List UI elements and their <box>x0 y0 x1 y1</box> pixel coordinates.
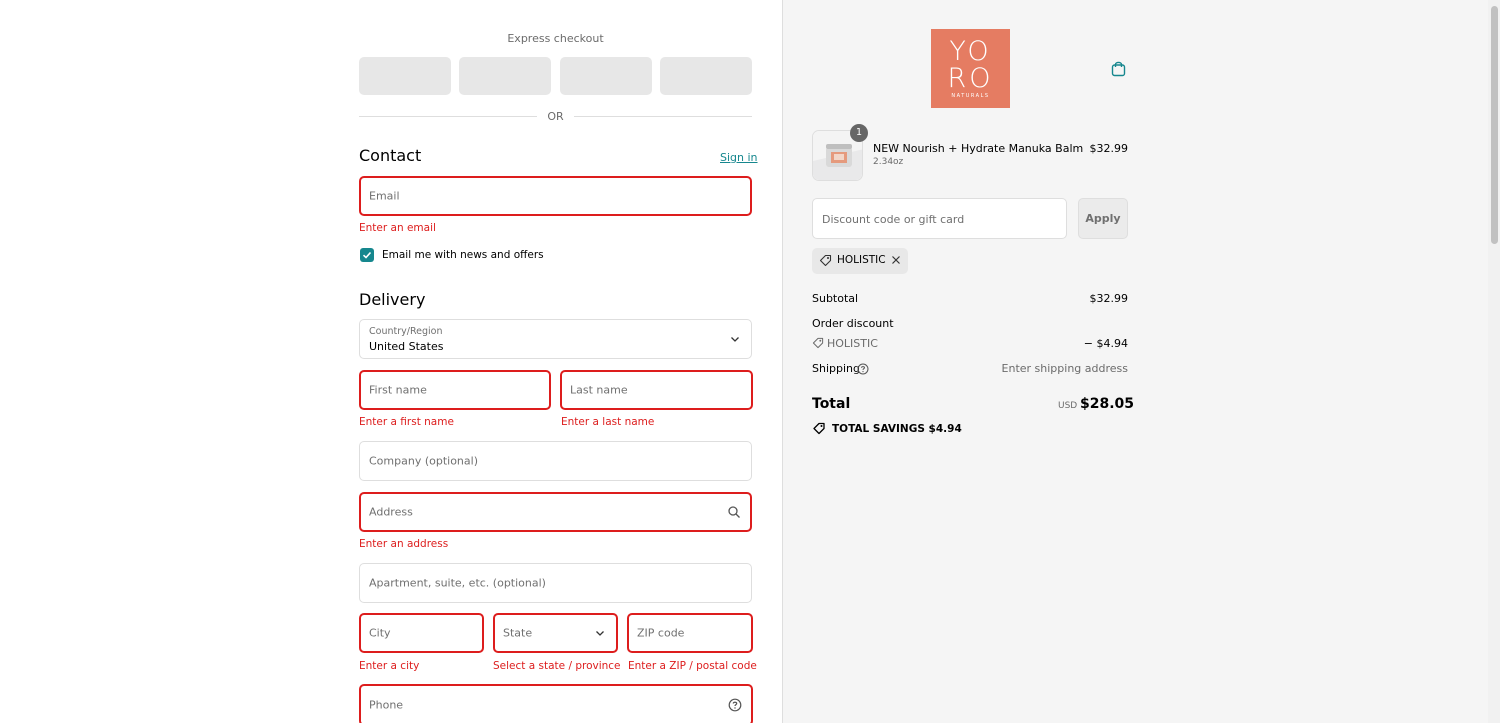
remove-discount-icon[interactable] <box>890 254 902 266</box>
city-error: Enter a city <box>359 660 420 672</box>
savings-tag-icon <box>813 422 825 435</box>
chevron-down-icon <box>731 337 739 342</box>
company-field[interactable]: Company (optional) <box>359 441 752 481</box>
total-value: $28.05 <box>1080 396 1135 412</box>
apartment-field[interactable]: Apartment, suite, etc. (optional) <box>359 563 752 603</box>
state-select[interactable]: State <box>493 613 618 653</box>
search-icon <box>728 506 740 518</box>
express-checkout-title: Express checkout <box>507 32 604 45</box>
or-divider-label: OR <box>547 110 564 123</box>
total-currency: USD <box>1058 401 1078 411</box>
apply-button[interactable]: Apply <box>1078 198 1128 239</box>
newsletter-checkbox[interactable] <box>360 248 374 262</box>
product-price: $32.99 <box>1089 142 1129 155</box>
state-placeholder: State <box>503 626 533 640</box>
express-pay-button-1[interactable] <box>359 57 451 95</box>
check-icon <box>362 251 372 259</box>
zip-error: Enter a ZIP / postal code <box>628 660 757 672</box>
order-discount-label: Order discount <box>812 317 894 330</box>
product-variant: 2.34oz <box>873 157 904 167</box>
email-field[interactable]: Email <box>359 176 752 216</box>
shipping-value: Enter shipping address <box>1001 362 1128 375</box>
discount-value: − $4.94 <box>1083 337 1128 350</box>
applied-discount-chip: HOLISTIC <box>812 248 908 274</box>
chevron-down-icon <box>596 631 604 636</box>
discount-input[interactable]: Discount code or gift card <box>812 198 1067 239</box>
company-placeholder: Company (optional) <box>369 454 478 468</box>
delivery-heading: Delivery <box>359 290 426 309</box>
address-placeholder: Address <box>369 505 413 519</box>
country-select[interactable]: Country/Region United States <box>359 319 752 359</box>
tag-icon <box>812 337 824 349</box>
apartment-placeholder: Apartment, suite, etc. (optional) <box>369 576 546 590</box>
logo-text-line2: RO <box>947 63 994 94</box>
product-name: NEW Nourish + Hydrate Manuka Balm <box>873 142 1084 155</box>
savings-label: TOTAL SAVINGS <box>832 423 925 435</box>
subtotal-value: $32.99 <box>1089 292 1129 305</box>
zip-placeholder: ZIP code <box>637 626 685 640</box>
first-name-placeholder: First name <box>369 383 427 397</box>
divider-left <box>359 116 537 117</box>
logo-text-line3: NATURALS <box>951 93 990 99</box>
address-field[interactable]: Address <box>359 492 752 532</box>
last-name-placeholder: Last name <box>570 383 628 397</box>
subtotal-label: Subtotal <box>812 292 859 305</box>
discount-code-label: HOLISTIC <box>827 337 878 350</box>
help-icon[interactable] <box>857 363 869 375</box>
city-field[interactable]: City <box>359 613 484 653</box>
checkout-form-panel: Express checkout OR Contact Sign in Emai… <box>0 0 782 723</box>
last-name-field[interactable]: Last name <box>560 370 753 410</box>
city-placeholder: City <box>369 626 391 640</box>
email-error: Enter an email <box>359 222 436 234</box>
savings-value: $4.94 <box>928 423 962 435</box>
shopping-bag-icon[interactable] <box>1110 60 1127 77</box>
express-pay-button-4[interactable] <box>660 57 752 95</box>
shipping-label: Shipping <box>812 362 860 375</box>
country-value: United States <box>369 340 444 353</box>
quantity-badge: 1 <box>850 124 868 142</box>
divider-right <box>574 116 752 117</box>
phone-field[interactable]: Phone <box>359 684 753 723</box>
scrollbar-thumb[interactable] <box>1491 6 1498 244</box>
total-label: Total <box>812 396 851 412</box>
total-savings: TOTAL SAVINGS $4.94 <box>832 423 962 435</box>
email-placeholder: Email <box>369 189 400 203</box>
logo-text-line1: YO <box>949 36 992 67</box>
brand-logo[interactable]: YO RO NATURALS <box>931 29 1010 108</box>
address-error: Enter an address <box>359 538 449 550</box>
scrollbar[interactable] <box>1488 0 1500 723</box>
help-icon[interactable] <box>728 698 742 712</box>
tag-icon <box>819 254 832 267</box>
country-label: Country/Region <box>369 326 443 337</box>
express-pay-button-3[interactable] <box>560 57 652 95</box>
discount-placeholder: Discount code or gift card <box>822 213 965 226</box>
state-error: Select a state / province <box>493 660 621 672</box>
express-pay-button-2[interactable] <box>459 57 551 95</box>
contact-heading: Contact <box>359 146 422 165</box>
applied-code-label: HOLISTIC <box>837 254 886 266</box>
newsletter-label: Email me with news and offers <box>382 249 544 261</box>
first-name-error: Enter a first name <box>359 416 454 428</box>
first-name-field[interactable]: First name <box>359 370 551 410</box>
phone-placeholder: Phone <box>369 698 404 712</box>
order-summary-panel <box>782 0 1488 723</box>
sign-in-link[interactable]: Sign in <box>720 151 758 164</box>
last-name-error: Enter a last name <box>561 416 655 428</box>
zip-field[interactable]: ZIP code <box>627 613 753 653</box>
